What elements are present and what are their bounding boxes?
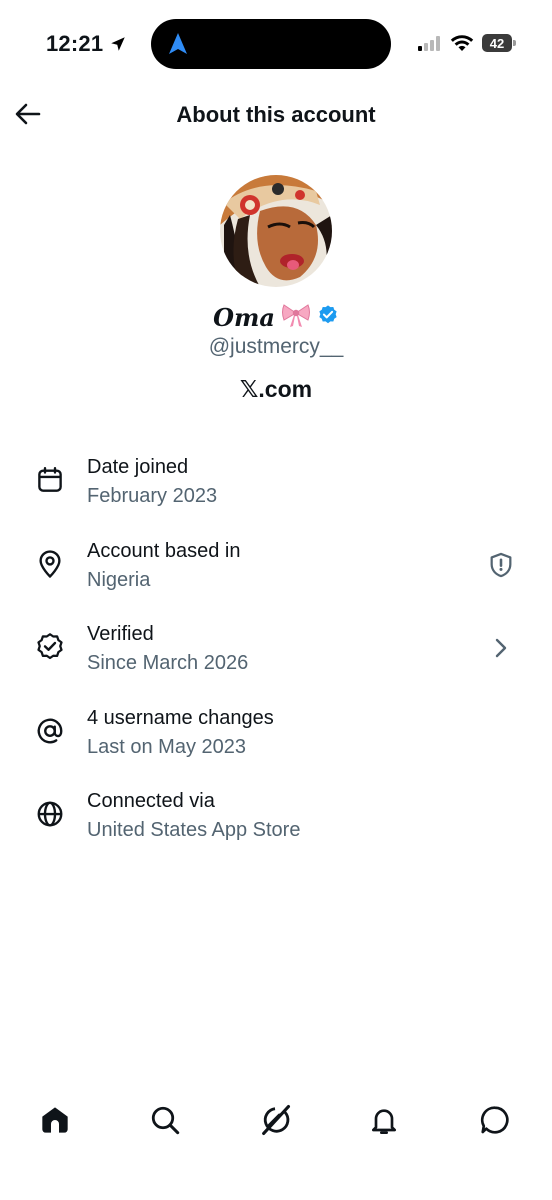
info-title: Connected via (87, 790, 215, 812)
info-title: 4 username changes (87, 706, 274, 729)
grok-icon[interactable] (255, 1100, 295, 1140)
dynamic-island (151, 19, 391, 69)
info-item-date-joined: Date joined February 2023 (0, 446, 552, 530)
info-item-connected-via: Connected via United States App Store (0, 780, 552, 864)
status-bar: 12:21 42 (0, 0, 552, 90)
messages-icon[interactable] (475, 1100, 515, 1140)
about-account-screen: 12:21 42 About this account Oma @justmer… (0, 0, 552, 1200)
account-info-list: Date joined February 2023 Account based … (0, 446, 552, 864)
info-item-verified[interactable]: Verified Since March 2026 (0, 613, 552, 697)
chevron-right-icon[interactable] (486, 633, 516, 663)
bottom-navigation (0, 1090, 552, 1150)
clock-text: 12:21 (46, 31, 104, 56)
site-name: 𝕏.com (239, 376, 313, 402)
info-subtitle: Nigeria (87, 568, 151, 591)
avatar-illustration (220, 175, 332, 287)
display-name: Oma (213, 303, 275, 332)
home-icon[interactable] (35, 1100, 75, 1140)
info-subtitle: Last on May 2023 (87, 735, 246, 758)
status-icons: 42 (418, 34, 516, 52)
location-pin-icon (34, 548, 66, 580)
header: About this account (0, 90, 552, 142)
cellular-signal-icon (418, 36, 440, 51)
info-title: Date joined (87, 456, 189, 478)
page-title: About this account (176, 102, 376, 127)
info-title: Account based in (87, 539, 241, 562)
battery-level: 42 (489, 35, 505, 51)
battery-indicator: 42 (482, 34, 516, 52)
info-subtitle: United States App Store (87, 819, 301, 841)
status-time: 12:21 (46, 31, 127, 57)
info-subtitle: Since March 2026 (87, 652, 249, 674)
globe-icon (34, 798, 66, 830)
info-title: Verified (87, 623, 154, 645)
verified-badge-icon[interactable] (317, 304, 339, 331)
shield-alert-icon[interactable] (486, 550, 516, 580)
info-item-username-changes: 4 username changes Last on May 2023 (0, 697, 552, 781)
wifi-icon (450, 35, 474, 51)
display-name-row: Oma (0, 302, 552, 333)
notifications-bell-icon[interactable] (364, 1100, 404, 1140)
navigation-arrow-icon (169, 33, 187, 54)
at-sign-icon (34, 715, 66, 747)
location-arrow-icon (111, 37, 126, 51)
info-subtitle: February 2023 (87, 485, 218, 507)
info-item-account-based-in[interactable]: Account based in Nigeria (0, 530, 552, 614)
pink-bow-emoji-icon (281, 302, 311, 333)
calendar-icon (34, 464, 66, 496)
user-handle: @justmercy__ (208, 335, 344, 358)
search-icon[interactable] (145, 1100, 185, 1140)
avatar[interactable] (220, 175, 332, 287)
verified-check-icon (34, 631, 66, 663)
